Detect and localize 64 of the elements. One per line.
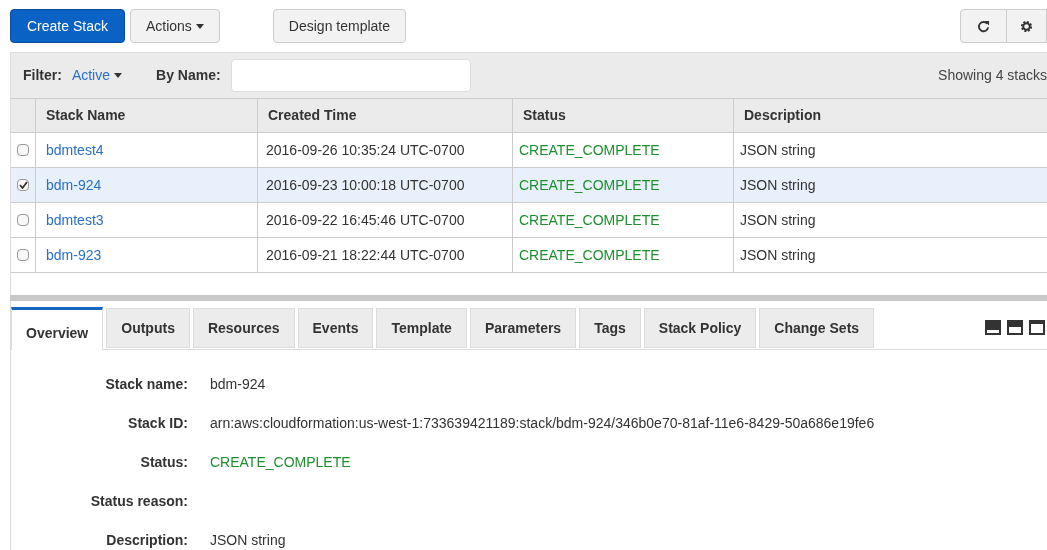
stack-name-link[interactable]: bdm-923 — [46, 244, 102, 266]
tab[interactable]: Template — [376, 308, 467, 348]
tab[interactable]: Parameters — [469, 308, 577, 348]
table-row[interactable]: bdm-923 2016-09-21 18:22:44 UTC-0700 CREATE_COMPLETE JSON string — [11, 238, 1047, 273]
tab[interactable]: Tags — [579, 308, 641, 348]
table-row[interactable]: bdm-924 2016-09-23 10:00:18 UTC-0700 CREATE_COMPLETE JSON string — [11, 168, 1047, 203]
tab[interactable]: Resources — [192, 308, 295, 348]
check-icon — [18, 181, 28, 189]
detail-value: arn:aws:cloudformation:us-west-1:733639421189:stack/bdm-924/346b0e70-81af-11e6-8429-50a686e19fe6 — [210, 414, 875, 433]
column-header[interactable]: Status — [523, 105, 566, 126]
table-cell-text: JSON string — [740, 140, 816, 160]
table-cell-text: JSON string — [740, 210, 816, 230]
design-template-button[interactable]: Design template — [272, 9, 407, 43]
filter-dropdown[interactable]: Active — [71, 65, 122, 86]
filter-label: Filter: — [23, 66, 62, 85]
table-cell-text: JSON string — [740, 245, 816, 265]
caret-icon — [195, 23, 204, 29]
settings-button[interactable] — [1007, 9, 1047, 43]
status-cell-text: CREATE_COMPLETE — [519, 245, 660, 265]
refresh-button[interactable] — [960, 9, 1007, 43]
detail-label: Status reason: — [89, 492, 188, 511]
tab[interactable]: Outputs — [106, 308, 190, 348]
caret-icon — [114, 73, 122, 78]
row-checkbox[interactable] — [17, 144, 29, 156]
name-filter-label: By Name: — [156, 66, 221, 85]
refresh-icon — [977, 19, 990, 33]
name-filter-field[interactable] — [230, 59, 471, 92]
split-pane-icon[interactable] — [1007, 320, 1023, 335]
actions-button[interactable]: Actions — [129, 9, 220, 43]
stack-name-link[interactable]: bdm-924 — [46, 174, 102, 196]
table-cell-text: 2016-09-21 18:22:44 UTC-0700 — [266, 245, 465, 265]
detail-label: Status: — [139, 453, 188, 472]
status-cell-text: CREATE_COMPLETE — [519, 210, 660, 230]
detail-value: JSON string — [210, 531, 286, 550]
table-cell-text: 2016-09-26 10:35:24 UTC-0700 — [266, 140, 465, 160]
detail-label: Stack ID: — [127, 414, 188, 433]
table-row[interactable]: bdmtest3 2016-09-22 16:45:46 UTC-0700 CREATE_COMPLETE JSON string — [11, 203, 1047, 238]
row-checkbox[interactable] — [17, 249, 29, 261]
detail-label: Stack name: — [104, 375, 188, 394]
stack-name-link[interactable]: bdmtest4 — [46, 139, 104, 161]
tab[interactable]: Change Sets — [759, 308, 875, 348]
status-cell-text: CREATE_COMPLETE — [519, 175, 660, 195]
status-cell-text: CREATE_COMPLETE — [519, 140, 660, 160]
tab[interactable]: Overview — [11, 307, 104, 350]
table-cell-text: 2016-09-22 16:45:46 UTC-0700 — [266, 210, 465, 230]
tab[interactable]: Events — [297, 308, 374, 348]
tab[interactable]: Stack Policy — [643, 308, 757, 348]
detail-label: Description: — [105, 531, 188, 550]
table-cell-text: 2016-09-23 10:00:18 UTC-0700 — [266, 175, 465, 195]
create-stack-button[interactable]: Create Stack — [10, 9, 125, 43]
column-header[interactable]: Description — [744, 105, 821, 126]
column-header[interactable]: Stack Name — [46, 105, 126, 126]
bottom-pane-icon[interactable] — [985, 320, 1001, 335]
row-checkbox[interactable] — [17, 179, 29, 191]
detail-value: CREATE_COMPLETE — [210, 453, 351, 472]
stack-count: Showing 4 stacks — [938, 66, 1047, 85]
detail-value: bdm-924 — [210, 375, 266, 394]
stack-name-link[interactable]: bdmtest3 — [46, 209, 104, 231]
settings-icon — [1020, 19, 1033, 33]
row-checkbox[interactable] — [17, 214, 29, 226]
top-pane-icon[interactable] — [1029, 320, 1045, 335]
column-header[interactable]: Created Time — [268, 105, 357, 126]
table-cell-text: JSON string — [740, 175, 816, 195]
table-row[interactable]: bdmtest4 2016-09-26 10:35:24 UTC-0700 CREATE_COMPLETE JSON string — [11, 133, 1047, 168]
